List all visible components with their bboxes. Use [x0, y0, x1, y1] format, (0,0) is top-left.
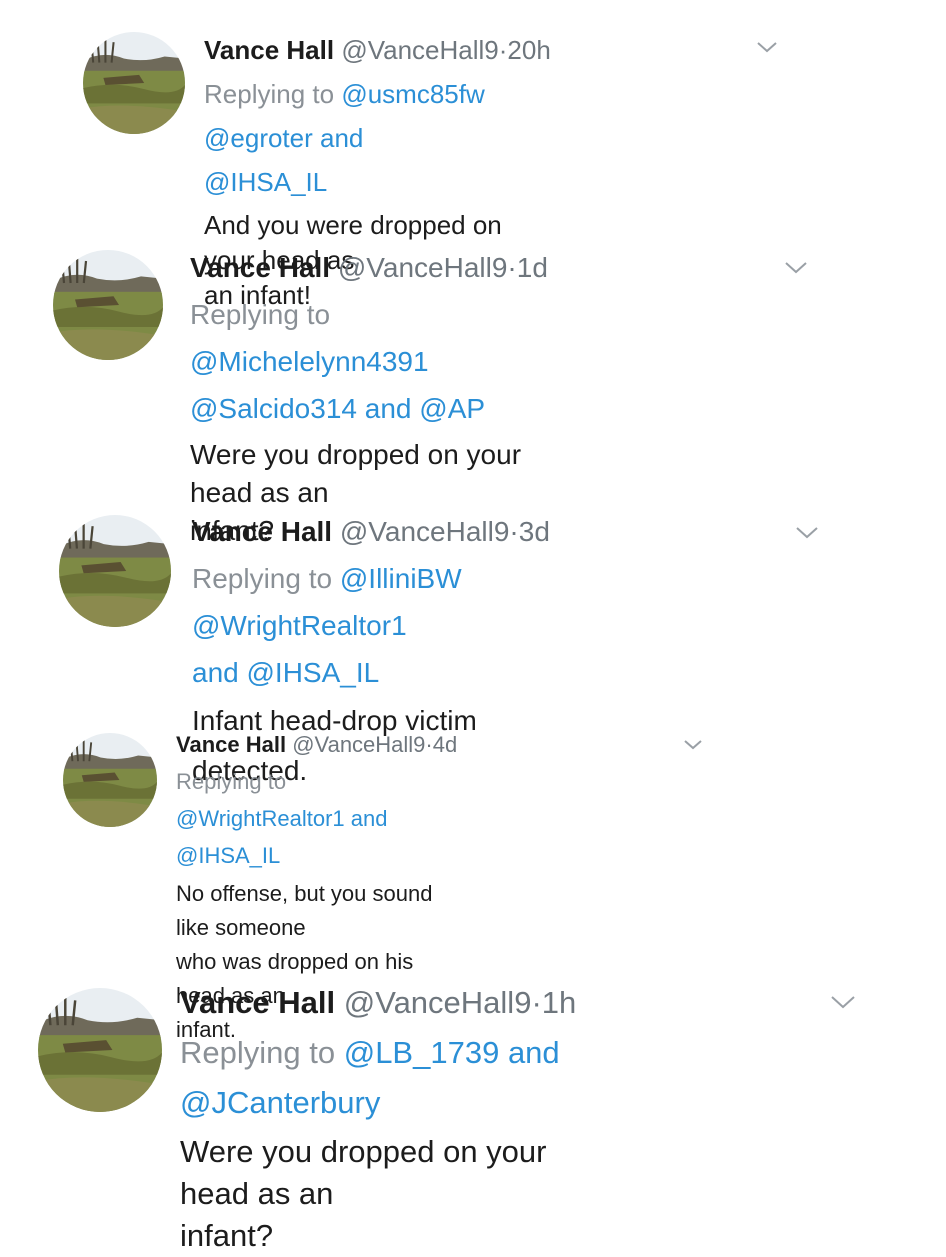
mention-and: and [350, 806, 388, 831]
chevron-down-icon[interactable] [756, 40, 778, 54]
author-name[interactable]: Vance Hall [192, 516, 332, 547]
replying-to: Replying to @usmc85fw @egroter and [204, 72, 551, 160]
mention-link[interactable]: @AP [419, 393, 485, 424]
mention-link[interactable]: @WrightRealtor1 [176, 806, 345, 831]
author-name[interactable]: Vance Hall [190, 252, 330, 283]
mention-link[interactable]: @IHSA_IL [176, 843, 280, 868]
chevron-down-icon[interactable] [784, 260, 808, 275]
chevron-down-icon[interactable] [795, 525, 819, 540]
mention-link[interactable]: @egroter [204, 123, 313, 153]
timestamp[interactable]: 3d [519, 516, 550, 547]
replying-to: Replying to @WrightRealtor1 and [176, 763, 457, 837]
replying-to-label: Replying to [192, 563, 333, 594]
mention-and: and [507, 1035, 560, 1070]
author-handle[interactable]: @VanceHall9 [338, 252, 508, 283]
avatar[interactable] [53, 250, 163, 360]
mention-link[interactable]: @Michelelynn4391 [190, 346, 429, 377]
mention-link[interactable]: @IlliniBW [340, 563, 462, 594]
separator-dot: · [531, 985, 542, 1020]
replying-to-label: Replying to [180, 1035, 336, 1070]
tweet-text: Were you dropped on your head as an infa… [180, 1134, 547, 1253]
replying-to-label: Replying to [204, 79, 335, 109]
author-handle[interactable]: @VanceHall9 [344, 985, 532, 1020]
replying-to: Replying to @Michelelynn4391 [190, 291, 548, 385]
avatar[interactable] [38, 988, 162, 1112]
avatar[interactable] [59, 515, 171, 627]
chevron-down-icon[interactable] [830, 994, 856, 1010]
replying-to-label: Replying to [190, 299, 331, 330]
replying-to: Replying to @LB_1739 and @JCanterbury [180, 1028, 576, 1128]
mention-link[interactable]: @IHSA_IL [204, 167, 327, 197]
replying-to-label: Replying to [176, 769, 287, 794]
author-handle[interactable]: @VanceHall9 [292, 732, 425, 757]
mention-link[interactable]: @Salcido314 [190, 393, 357, 424]
mention-link[interactable]: @LB_1739 [344, 1035, 500, 1070]
timestamp[interactable]: 1h [542, 985, 576, 1020]
replying-to: Replying to @IlliniBW @WrightRealtor1 [192, 555, 550, 649]
mention-link[interactable]: @usmc85fw [341, 79, 484, 109]
timestamp[interactable]: 1d [517, 252, 548, 283]
author-handle[interactable]: @VanceHall9 [340, 516, 510, 547]
avatar[interactable] [63, 733, 157, 827]
mention-and: and [364, 393, 412, 424]
mention-link[interactable]: @WrightRealtor1 [192, 610, 407, 641]
author-name[interactable]: Vance Hall [176, 732, 286, 757]
author-name[interactable]: Vance Hall [204, 35, 334, 65]
mention-and: and [320, 123, 364, 153]
timestamp[interactable]: 4d [433, 732, 457, 757]
mention-and: and [192, 657, 239, 688]
separator-dot: · [425, 732, 433, 757]
separator-dot: · [507, 252, 517, 283]
mention-link[interactable]: @IHSA_IL [247, 657, 380, 688]
mention-link[interactable]: @JCanterbury [180, 1085, 380, 1120]
author-name[interactable]: Vance Hall [180, 985, 335, 1020]
avatar[interactable] [83, 32, 185, 134]
chevron-down-icon[interactable] [683, 738, 703, 751]
separator-dot: · [509, 516, 519, 547]
timestamp[interactable]: 20h [507, 35, 550, 65]
author-handle[interactable]: @VanceHall9 [341, 35, 498, 65]
